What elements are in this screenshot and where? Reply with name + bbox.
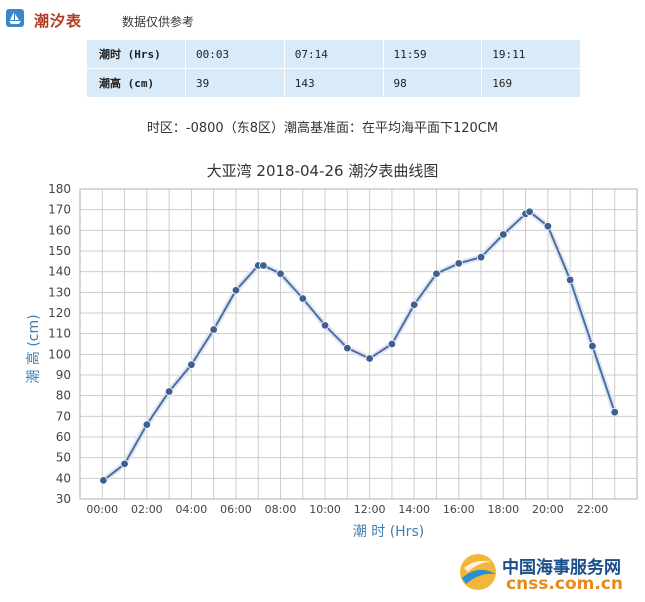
x-tick-label: 18:00 — [487, 503, 519, 516]
data-point — [142, 420, 152, 429]
x-tick-label: 02:00 — [131, 503, 163, 516]
data-point — [588, 341, 597, 351]
y-axis-title: 潮 高 (cm) — [25, 314, 42, 383]
y-tick-label: 180 — [48, 182, 71, 196]
x-tick-label: 14:00 — [398, 503, 430, 516]
y-tick-label: 150 — [48, 244, 71, 258]
data-point — [525, 207, 534, 216]
data-point — [231, 286, 241, 295]
brand-logo-icon — [460, 554, 496, 590]
x-axis-title: 潮 时 (Hrs) — [353, 524, 424, 540]
x-tick-label: 20:00 — [532, 503, 564, 516]
x-tick-label: 22:00 — [577, 503, 609, 516]
tide-chart: 30 40 50 60 70 80 90 100 110 120 130 140 150 160 170 18… — [25, 182, 638, 540]
x-tick-label: 04:00 — [176, 503, 208, 516]
data-point — [276, 269, 285, 278]
data-point — [343, 343, 352, 353]
data-point — [187, 360, 196, 369]
data-point — [120, 459, 129, 469]
y-tick-label: 120 — [48, 306, 71, 320]
y-tick-label: 110 — [48, 327, 71, 341]
data-point — [476, 253, 486, 262]
x-tick-label: 12:00 — [354, 503, 386, 516]
data-point — [365, 354, 374, 363]
y-tick-label: 80 — [56, 389, 71, 403]
x-tick-label: 16:00 — [443, 503, 475, 516]
data-point — [99, 476, 108, 485]
y-tick-label: 30 — [56, 492, 71, 506]
data-point — [410, 300, 419, 309]
data-point — [209, 325, 218, 334]
data-point — [543, 221, 553, 231]
data-point — [432, 269, 441, 278]
y-tick-label: 40 — [56, 471, 71, 485]
x-tick-label: 08:00 — [265, 503, 297, 516]
x-tick-label: 10:00 — [309, 503, 341, 516]
data-point — [610, 408, 619, 417]
data-point — [499, 230, 508, 239]
x-tick-label: 00:00 — [86, 503, 118, 516]
series-line — [102, 210, 616, 482]
y-tick-label: 100 — [48, 347, 71, 361]
y-tick-label: 140 — [48, 265, 71, 279]
y-tick-label: 70 — [56, 409, 71, 423]
x-tick-label: 06:00 — [220, 503, 252, 516]
y-tick-label: 90 — [56, 368, 71, 382]
data-point — [298, 294, 307, 303]
data-point — [259, 261, 268, 270]
data-point — [387, 339, 397, 349]
data-point — [164, 387, 174, 396]
y-tick-label: 50 — [56, 451, 71, 465]
data-point — [454, 259, 463, 268]
data-point — [565, 275, 575, 285]
y-tick-label: 170 — [48, 203, 71, 217]
data-point — [320, 321, 330, 330]
y-tick-label: 130 — [48, 285, 71, 299]
y-tick-label: 160 — [48, 223, 71, 237]
y-tick-label: 60 — [56, 430, 71, 444]
brand-domain: cnss.com.cn — [506, 574, 623, 594]
series-line-shadow — [101, 208, 618, 483]
